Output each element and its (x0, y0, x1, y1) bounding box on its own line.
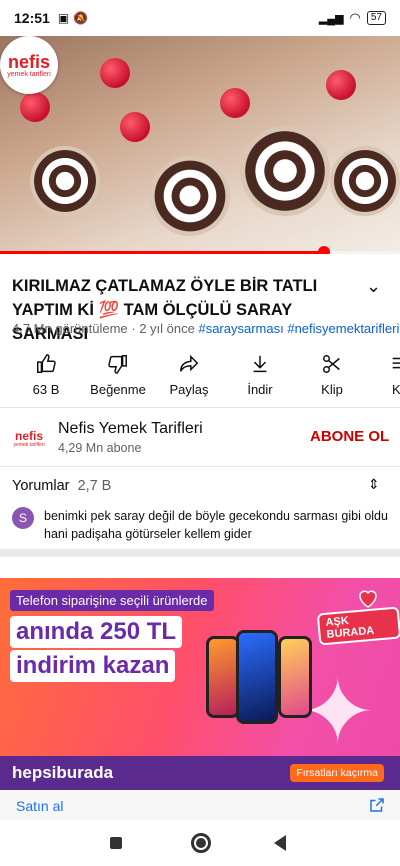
action-bar: 63 B Beğenme Paylaş İndir Klip Ka (0, 352, 400, 398)
scissors-icon (302, 352, 362, 376)
subscribe-button[interactable]: ABONE OL (310, 428, 389, 445)
ad-pill: Telefon siparişine seçili ürünlerde (10, 590, 214, 611)
chevron-down-icon[interactable]: ⌄ (366, 276, 381, 297)
phone-image (236, 630, 278, 724)
external-link-icon[interactable] (368, 796, 386, 814)
raspberry (326, 70, 356, 100)
status-time: 12:51 (14, 10, 50, 26)
upload-age: · 2 yıl önce (131, 321, 195, 336)
raspberry (120, 112, 150, 142)
ad-headline: anında 250 TL (10, 616, 183, 648)
commenter-avatar: S (12, 507, 34, 529)
ad-footer: hepsiburada Fırsatları kaçırma (0, 756, 400, 790)
comments-section[interactable]: Yorumlar 2,7 B ⇕ S benimki pek saray deği… (0, 468, 400, 548)
recents-button[interactable] (110, 837, 122, 849)
battery-icon: 57 (366, 11, 386, 25)
dessert-roll (330, 146, 400, 216)
save-button[interactable]: Ka (370, 352, 400, 397)
thumbs-down-icon (88, 352, 148, 376)
hashtag[interactable]: #nefisyemektarifleri (287, 321, 399, 336)
top-comment: benimki pek saray değil de böyle gecekon… (44, 509, 388, 541)
home-button[interactable] (191, 833, 211, 853)
download-button[interactable]: İndir (230, 352, 290, 397)
channel-watermark-logo: nefis yemek tarifleri (0, 36, 58, 94)
divider (0, 407, 400, 408)
heart-icon (359, 590, 377, 608)
android-nav-bar (0, 820, 400, 866)
wifi-icon: ◠ (349, 10, 361, 25)
mute-icon: 🔕 (73, 11, 89, 25)
video-progress-bar[interactable] (0, 246, 400, 254)
view-count: 4,7 Mn görüntüleme (12, 321, 128, 336)
download-icon (230, 352, 290, 376)
channel-avatar[interactable]: nefis yemek tarifleri (12, 422, 46, 456)
thumbs-up-icon (16, 352, 76, 376)
share-icon (159, 352, 219, 376)
channel-name[interactable]: Nefis Yemek Tarifleri (58, 420, 203, 438)
ad-brand: hepsiburada (12, 763, 114, 782)
subscriber-count: 4,29 Mn abone (58, 441, 142, 455)
ad-banner[interactable]: ✦ ✦ Telefon siparişine seçili ürünlerde … (0, 578, 400, 790)
back-button[interactable] (274, 835, 286, 851)
buy-row[interactable]: Satın al (0, 790, 400, 820)
phone-image (206, 636, 240, 718)
progress-scrubber[interactable] (318, 246, 330, 254)
dislike-button[interactable]: Beğenme (88, 352, 148, 397)
video-meta[interactable]: 4,7 Mn görüntüleme · 2 yıl önce #saraysa… (12, 321, 400, 336)
dessert-roll (30, 146, 100, 216)
save-icon (370, 352, 400, 376)
ad-badge: AŞK BURADA (316, 606, 400, 646)
ad-cta-button[interactable]: Fırsatları kaçırma (290, 764, 384, 782)
buy-link[interactable]: Satın al (16, 798, 63, 814)
ad-headline: indirim kazan (10, 650, 176, 682)
expand-icon[interactable]: ⇕ (368, 476, 380, 493)
status-bar: 12:51 ▣ 🔕 ▂▄▆ ◠ 57 (0, 0, 400, 36)
clip-button[interactable]: Klip (302, 352, 362, 397)
dessert-roll (150, 156, 230, 236)
phone-image (278, 636, 312, 718)
image-notification-icon: ▣ (57, 11, 70, 25)
raspberry (100, 58, 130, 88)
video-player[interactable]: nefis yemek tarifleri (0, 36, 400, 254)
like-button[interactable]: 63 B (16, 352, 76, 397)
divider (0, 466, 400, 467)
hashtag[interactable]: #saraysarması (198, 321, 283, 336)
comments-header: Yorumlar 2,7 B (12, 478, 112, 494)
section-separator (0, 549, 400, 557)
share-button[interactable]: Paylaş (159, 352, 219, 397)
progress-fill (0, 251, 324, 254)
dessert-roll (240, 126, 330, 216)
signal-icon: ▂▄▆ (318, 12, 344, 25)
raspberry (20, 92, 50, 122)
raspberry (220, 88, 250, 118)
